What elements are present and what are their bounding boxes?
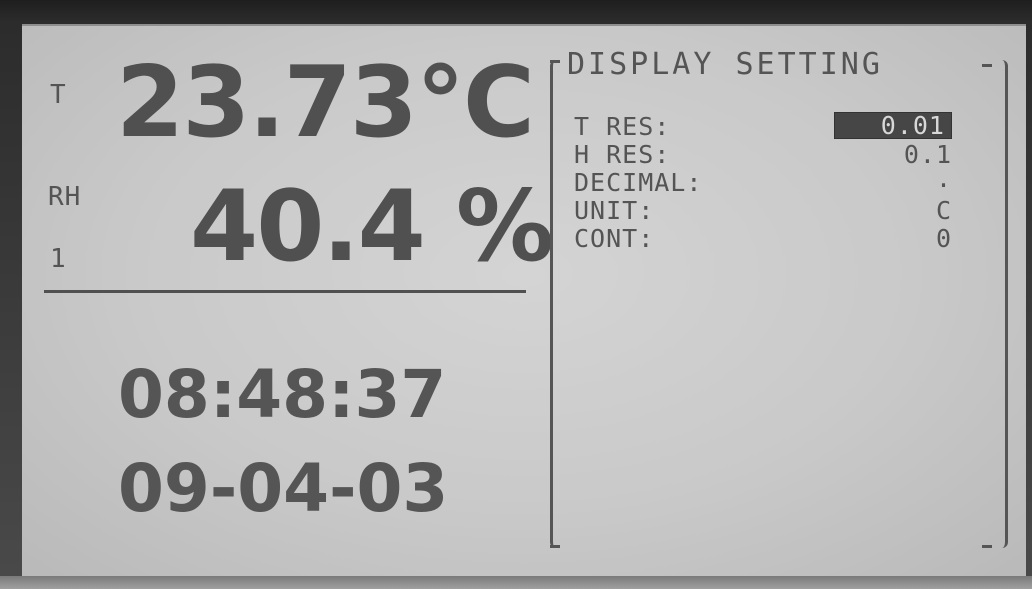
menu-title: DISPLAY SETTING [567, 47, 883, 82]
temp-value: 23.73°C [116, 46, 535, 160]
menu-frame-corner [982, 64, 992, 67]
menu-frame-corner [550, 60, 560, 63]
menu-item-h-res-label[interactable]: H RES: [574, 142, 670, 167]
menu-item-t-res-value[interactable]: 0.01 [834, 112, 952, 139]
menu-item-decimal-value[interactable]: . [862, 166, 952, 191]
menu-item-t-res-label[interactable]: T RES: [574, 114, 670, 139]
temp-label: T [50, 80, 67, 110]
lcd-screen: T 23.73°C RH 40.4 % 1 08:48:37 09-04-03 … [22, 24, 1026, 578]
readings-divider [44, 290, 526, 293]
menu-frame-corner [982, 545, 992, 548]
rh-label: RH [48, 182, 82, 212]
menu-item-cont-value[interactable]: 0 [862, 226, 952, 251]
clock-date: 09-04-03 [118, 450, 449, 527]
device-bottom-edge [0, 576, 1032, 589]
menu-item-unit-label[interactable]: UNIT: [574, 198, 654, 223]
clock-time: 08:48:37 [118, 356, 447, 433]
menu-item-cont-label[interactable]: CONT: [574, 226, 654, 251]
menu-item-decimal-label[interactable]: DECIMAL: [574, 170, 702, 195]
channel-number: 1 [50, 244, 67, 274]
menu-item-unit-value[interactable]: C [862, 198, 952, 223]
menu-frame-corner [550, 545, 560, 548]
rh-value: 40.4 % [190, 170, 554, 284]
